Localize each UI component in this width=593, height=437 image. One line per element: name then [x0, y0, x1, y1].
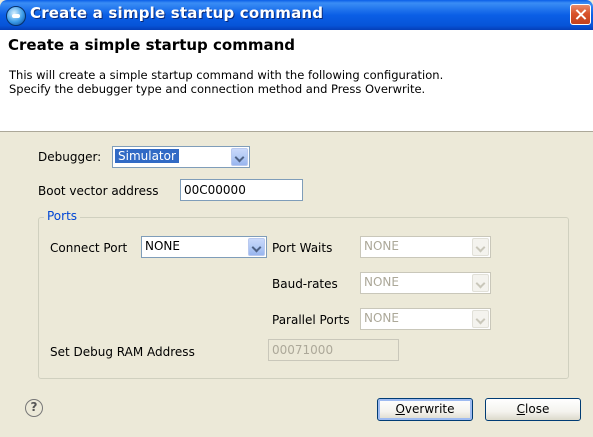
- overwrite-mnemonic: O: [395, 402, 405, 416]
- chevron-down-icon: [472, 274, 489, 292]
- help-icon[interactable]: ?: [25, 399, 43, 417]
- window-title: Create a simple startup command: [30, 4, 324, 22]
- close-icon[interactable]: [570, 4, 591, 25]
- debug-ram-input: 00071000: [268, 339, 399, 361]
- debugger-select[interactable]: Simulator: [112, 146, 250, 168]
- close-button[interactable]: Close: [485, 398, 581, 421]
- description-line-1: This will create a simple startup comman…: [9, 68, 444, 82]
- chevron-down-icon[interactable]: [231, 148, 248, 166]
- debugger-value: Simulator: [115, 149, 179, 163]
- port-waits-select: NONE: [360, 236, 491, 258]
- baud-rates-select: NONE: [360, 272, 491, 294]
- chevron-down-icon: [472, 310, 489, 328]
- parallel-ports-label: Parallel Ports: [272, 313, 350, 327]
- port-waits-label: Port Waits: [272, 241, 333, 255]
- connect-port-value: NONE: [145, 239, 180, 253]
- dialog-window: Create a simple startup command Create a…: [0, 0, 593, 437]
- boot-vector-input[interactable]: 00C00000: [180, 179, 303, 201]
- debugger-label: Debugger:: [38, 150, 102, 164]
- title-bar[interactable]: Create a simple startup command: [0, 0, 593, 30]
- parallel-ports-value: NONE: [364, 311, 399, 325]
- overwrite-label: verwrite: [404, 402, 455, 416]
- chevron-down-icon: [472, 238, 489, 256]
- connect-port-select[interactable]: NONE: [141, 236, 267, 258]
- app-icon: [6, 6, 26, 26]
- port-waits-value: NONE: [364, 239, 399, 253]
- description-line-2: Specify the debugger type and connection…: [9, 82, 426, 96]
- connect-port-label: Connect Port: [50, 241, 128, 255]
- ports-group-label: Ports: [44, 209, 81, 223]
- debug-ram-label: Set Debug RAM Address: [50, 345, 195, 359]
- header-description: This will create a simple startup comman…: [9, 68, 443, 96]
- baud-rates-value: NONE: [364, 275, 399, 289]
- overwrite-button[interactable]: Overwrite: [377, 398, 473, 421]
- close-label: lose: [525, 402, 550, 416]
- parallel-ports-select: NONE: [360, 308, 491, 330]
- baud-rates-label: Baud-rates: [272, 277, 338, 291]
- page-title: Create a simple startup command: [8, 36, 296, 54]
- close-mnemonic: C: [516, 402, 526, 416]
- boot-vector-label: Boot vector address: [38, 184, 159, 198]
- chevron-down-icon[interactable]: [248, 238, 265, 256]
